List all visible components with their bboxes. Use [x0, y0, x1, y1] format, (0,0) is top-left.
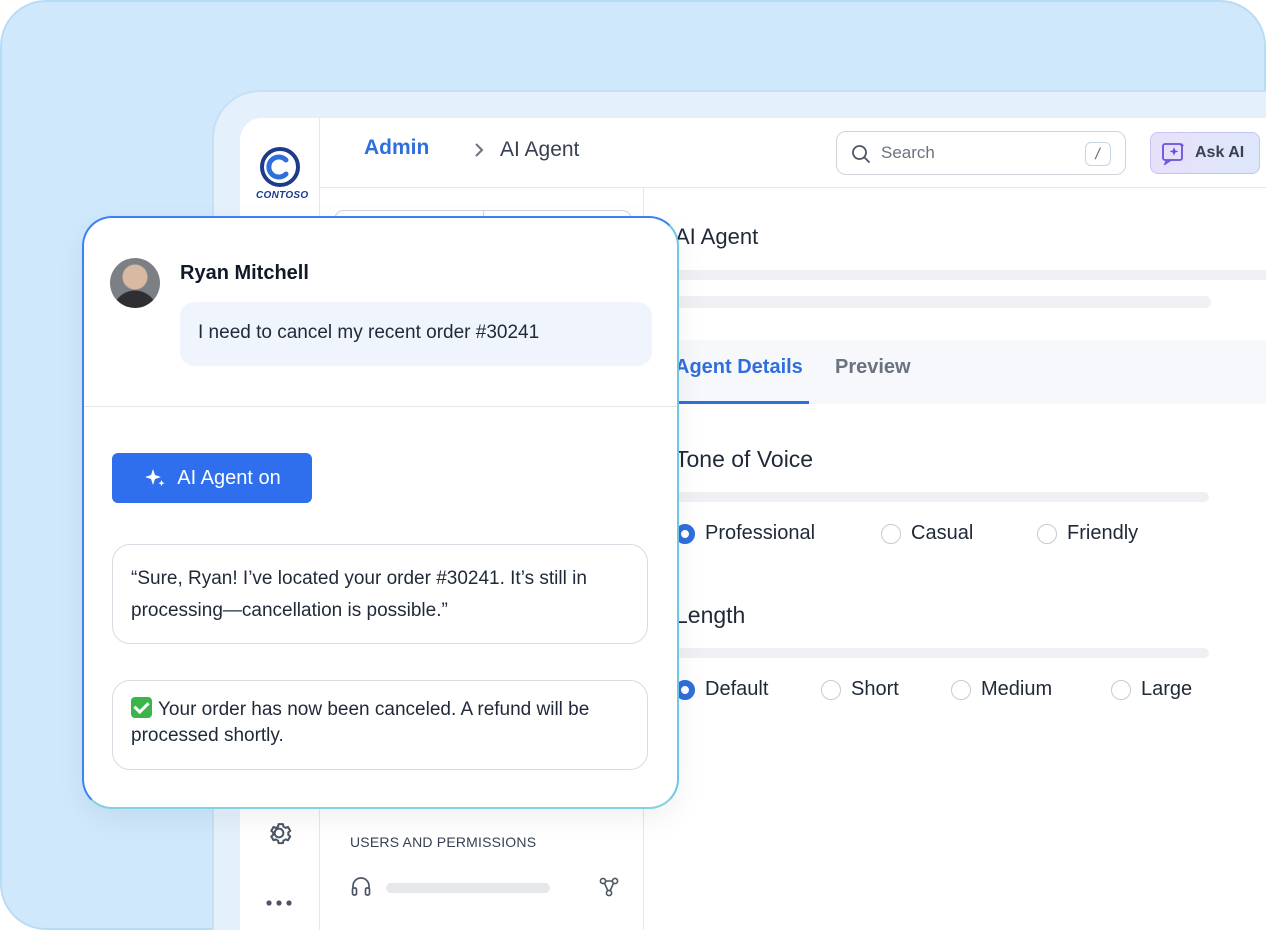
search-shortcut-key: / [1085, 142, 1111, 166]
length-title: Length [675, 602, 746, 628]
ai-reply-text: “Sure, Ryan! I’ve located your order #30… [131, 568, 587, 621]
radio-button [1037, 523, 1057, 544]
radio-short[interactable]: Short [821, 678, 899, 701]
user-message-bubble: I need to cancel my recent order #30241 [180, 302, 652, 366]
radio-button [881, 523, 901, 544]
radio-button [821, 679, 841, 700]
skeleton-line [675, 492, 1209, 502]
skeleton-line [675, 296, 1211, 308]
chat-user-name: Ryan Mitchell [180, 262, 309, 284]
avatar [110, 258, 160, 308]
page-title: AI Agent [675, 224, 759, 249]
contoso-logo-icon [260, 147, 300, 187]
network-nodes-icon[interactable] [598, 876, 620, 898]
radio-button [1111, 679, 1131, 700]
nav-item-support[interactable] [350, 874, 620, 902]
radio-medium[interactable]: Medium [951, 678, 1052, 701]
radio-large[interactable]: Large [1111, 678, 1192, 701]
divider [84, 406, 677, 407]
ai-sparkle-chat-icon [1162, 143, 1185, 165]
headset-icon [351, 877, 371, 896]
logo-text: CONTOSO [256, 190, 309, 201]
check-mark-icon [131, 697, 152, 718]
ai-confirmation-text: Your order has now been canceled. A refu… [131, 699, 590, 746]
tabs-bar: Agent Details Preview [675, 340, 1266, 404]
ask-ai-button[interactable]: Ask AI [1150, 132, 1260, 174]
radio-label: Friendly [1067, 522, 1139, 544]
chat-card: Ryan Mitchell I need to cancel my recent… [82, 216, 679, 809]
ai-agent-toggle-button[interactable]: AI Agent on [112, 453, 312, 503]
top-header: Admin AI Agent / Ask [320, 118, 1266, 188]
main-panel: AI Agent Agent Details Preview Tone of V… [645, 188, 1266, 930]
ask-ai-label: Ask AI [1195, 144, 1245, 161]
ai-confirmation-bubble: Your order has now been canceled. A refu… [112, 680, 648, 770]
gear-icon[interactable] [264, 818, 294, 848]
breadcrumb-admin[interactable]: Admin [364, 136, 429, 160]
nav-section-users-permissions: USERS AND PERMISSIONS [350, 834, 537, 850]
radio-label: Large [1141, 678, 1193, 700]
radio-professional[interactable]: Professional [675, 522, 815, 545]
tab-preview[interactable]: Preview [835, 356, 911, 404]
radio-default[interactable]: Default [675, 678, 768, 701]
search-icon [852, 145, 870, 163]
radio-label: Casual [911, 522, 974, 544]
radio-label: Short [851, 678, 899, 700]
skeleton-line [675, 270, 1266, 280]
ai-reply-bubble: “Sure, Ryan! I’ve located your order #30… [112, 544, 648, 644]
more-icon[interactable] [264, 894, 294, 912]
skeleton-line [675, 648, 1209, 658]
search-input[interactable] [881, 140, 1071, 166]
radio-label: Medium [981, 678, 1053, 700]
breadcrumb-current: AI Agent [500, 138, 580, 161]
radio-label: Professional [705, 522, 816, 544]
radio-label: Default [705, 678, 769, 700]
nav-item-placeholder [386, 883, 550, 893]
tab-agent-details[interactable]: Agent Details [675, 356, 809, 404]
radio-button [951, 679, 971, 700]
tone-of-voice-title: Tone of Voice [675, 446, 814, 472]
contoso-logo[interactable]: CONTOSO [256, 146, 309, 201]
search-box[interactable]: / [836, 131, 1126, 175]
radio-casual[interactable]: Casual [881, 522, 973, 545]
ai-agent-toggle-label: AI Agent on [177, 466, 281, 489]
sparkle-icon [145, 469, 165, 487]
radio-friendly[interactable]: Friendly [1037, 522, 1138, 545]
chevron-right-icon [475, 143, 484, 157]
